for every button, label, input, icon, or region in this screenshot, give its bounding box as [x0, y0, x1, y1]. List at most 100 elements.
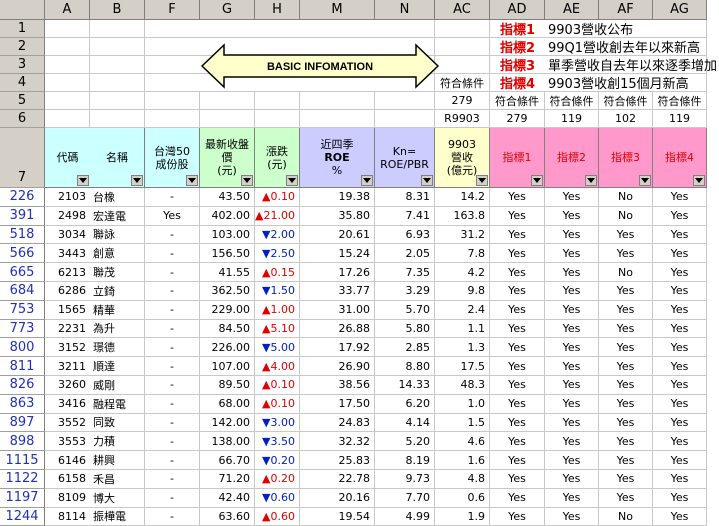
count-cell[interactable]: 119: [653, 110, 707, 128]
empty-cell[interactable]: [45, 74, 90, 92]
close-price[interactable]: 89.50: [200, 375, 255, 395]
kn-value[interactable]: 6.93: [375, 225, 435, 245]
price-change[interactable]: ▼1.50: [255, 281, 300, 301]
indicator-3-value[interactable]: No: [599, 507, 653, 526]
row-header-link[interactable]: 898: [0, 432, 45, 452]
filter-dropdown-button[interactable]: [693, 175, 705, 186]
empty-cell[interactable]: [435, 38, 490, 56]
empty-cell[interactable]: [375, 92, 435, 110]
roe-value[interactable]: 25.83: [300, 451, 375, 470]
stock-name[interactable]: 振樺電: [90, 507, 145, 526]
stock-code[interactable]: 2498: [45, 207, 90, 226]
price-change[interactable]: ▼0.20: [255, 451, 300, 470]
empty-cell[interactable]: [45, 110, 90, 128]
indicator-2-value[interactable]: Yes: [545, 469, 599, 489]
kn-value[interactable]: 5.80: [375, 319, 435, 339]
indicator-2-value[interactable]: Yes: [545, 394, 599, 414]
indicator-2-value[interactable]: Yes: [545, 338, 599, 358]
kn-value[interactable]: 3.29: [375, 281, 435, 301]
indicator-3-value[interactable]: Yes: [599, 451, 653, 470]
indicator-1-value[interactable]: Yes: [490, 225, 545, 245]
indicator-description[interactable]: 單季營收自去年以來逐季增加: [545, 56, 717, 74]
empty-cell[interactable]: [300, 92, 375, 110]
revenue-value[interactable]: 1.5: [435, 413, 490, 433]
indicator-4-value[interactable]: Yes: [653, 413, 707, 433]
kn-value[interactable]: 8.31: [375, 188, 435, 207]
indicator-4-value[interactable]: Yes: [653, 300, 707, 320]
kn-value[interactable]: 2.85: [375, 338, 435, 358]
indicator-label[interactable]: 指標2: [490, 38, 545, 56]
indicator-3-value[interactable]: Yes: [599, 394, 653, 414]
table-row[interactable]: 3553 力積 -138.00 ▼3.50 32.32 5.20 4.6 Yes Yes Yes Y…: [45, 432, 707, 452]
tw50-member[interactable]: -: [145, 451, 200, 470]
empty-cell[interactable]: [145, 74, 200, 92]
indicator-4-value[interactable]: Yes: [653, 451, 707, 470]
header-indicator-4[interactable]: 指標4: [653, 128, 707, 188]
indicator-2-value[interactable]: Yes: [545, 281, 599, 301]
roe-value[interactable]: 20.61: [300, 225, 375, 245]
table-row[interactable]: 2103 台橡 -43.50 ▲0.10 19.38 8.31 14.2 Yes Yes No Ye…: [45, 188, 707, 207]
row-header[interactable]: 2: [0, 38, 45, 56]
indicator-3-value[interactable]: Yes: [599, 413, 653, 433]
close-price[interactable]: 142.00: [200, 413, 255, 433]
filter-dropdown-button[interactable]: [476, 175, 488, 186]
tw50-member[interactable]: -: [145, 263, 200, 282]
indicator-2-value[interactable]: Yes: [545, 225, 599, 245]
indicator-4-value[interactable]: Yes: [653, 319, 707, 339]
price-change[interactable]: ▲0.20: [255, 469, 300, 489]
tw50-member[interactable]: -: [145, 319, 200, 339]
indicator-label[interactable]: 指標1: [490, 20, 545, 38]
table-row[interactable]: 3416 融程電 -68.00 ▲0.10 17.50 6.20 1.0 Yes Yes Yes Y…: [45, 394, 707, 414]
empty-cell[interactable]: [200, 92, 255, 110]
price-change[interactable]: ▲1.00: [255, 300, 300, 320]
stock-code[interactable]: 2103: [45, 188, 90, 207]
indicator-3-value[interactable]: Yes: [599, 281, 653, 301]
revenue-value[interactable]: 1.0: [435, 394, 490, 414]
tw50-member[interactable]: -: [145, 375, 200, 395]
tw50-member[interactable]: -: [145, 469, 200, 489]
revenue-value[interactable]: 4.2: [435, 263, 490, 282]
revenue-value[interactable]: 9.8: [435, 281, 490, 301]
indicator-4-value[interactable]: Yes: [653, 375, 707, 395]
indicator-1-value[interactable]: Yes: [490, 300, 545, 320]
indicator-2-value[interactable]: Yes: [545, 263, 599, 282]
column-header-n[interactable]: N: [375, 0, 435, 20]
row-header-link[interactable]: 897: [0, 413, 45, 433]
indicator-2-value[interactable]: Yes: [545, 206, 599, 226]
roe-value[interactable]: 35.80: [300, 206, 375, 226]
stock-code[interactable]: 8109: [45, 489, 90, 508]
criteria-cell[interactable]: 279: [435, 92, 490, 110]
price-change[interactable]: ▲0.10: [255, 394, 300, 414]
row-header-link[interactable]: 518: [0, 225, 45, 245]
price-change[interactable]: ▼3.50: [255, 432, 300, 452]
empty-cell[interactable]: [300, 20, 375, 38]
stock-name[interactable]: 聯詠: [90, 225, 145, 245]
kn-value[interactable]: 5.70: [375, 300, 435, 320]
kn-value[interactable]: 8.19: [375, 451, 435, 470]
indicator-description[interactable]: 99Q1營收創去年以來新高: [545, 38, 707, 56]
stock-name[interactable]: 台橡: [90, 188, 145, 207]
indicator-1-value[interactable]: Yes: [490, 507, 545, 526]
row-header-link[interactable]: 800: [0, 338, 45, 358]
criteria-cell[interactable]: 符合條件: [653, 92, 707, 110]
indicator-4-value[interactable]: Yes: [653, 263, 707, 282]
kn-value[interactable]: 7.35: [375, 263, 435, 282]
price-change[interactable]: ▼2.00: [255, 225, 300, 245]
indicator-3-value[interactable]: Yes: [599, 357, 653, 376]
column-header-ad[interactable]: AD: [490, 0, 545, 20]
empty-cell[interactable]: [200, 110, 255, 128]
stock-name[interactable]: 立錡: [90, 281, 145, 301]
indicator-label[interactable]: 指標4: [490, 74, 545, 92]
indicator-1-value[interactable]: Yes: [490, 281, 545, 301]
indicator-4-value[interactable]: Yes: [653, 469, 707, 489]
stock-name[interactable]: 耕興: [90, 451, 145, 470]
roe-value[interactable]: 17.92: [300, 338, 375, 358]
price-change[interactable]: ▼2.50: [255, 244, 300, 264]
stock-code[interactable]: 1565: [45, 301, 90, 320]
row-header-link[interactable]: 566: [0, 244, 45, 264]
empty-cell[interactable]: [200, 20, 255, 38]
empty-cell[interactable]: [90, 38, 145, 56]
stock-code[interactable]: 6146: [45, 451, 90, 470]
stock-name[interactable]: 禾昌: [90, 469, 145, 489]
table-row[interactable]: 8109 博大 -42.40 ▼0.60 20.16 7.70 0.6 Yes Yes Yes Ye…: [45, 488, 707, 508]
